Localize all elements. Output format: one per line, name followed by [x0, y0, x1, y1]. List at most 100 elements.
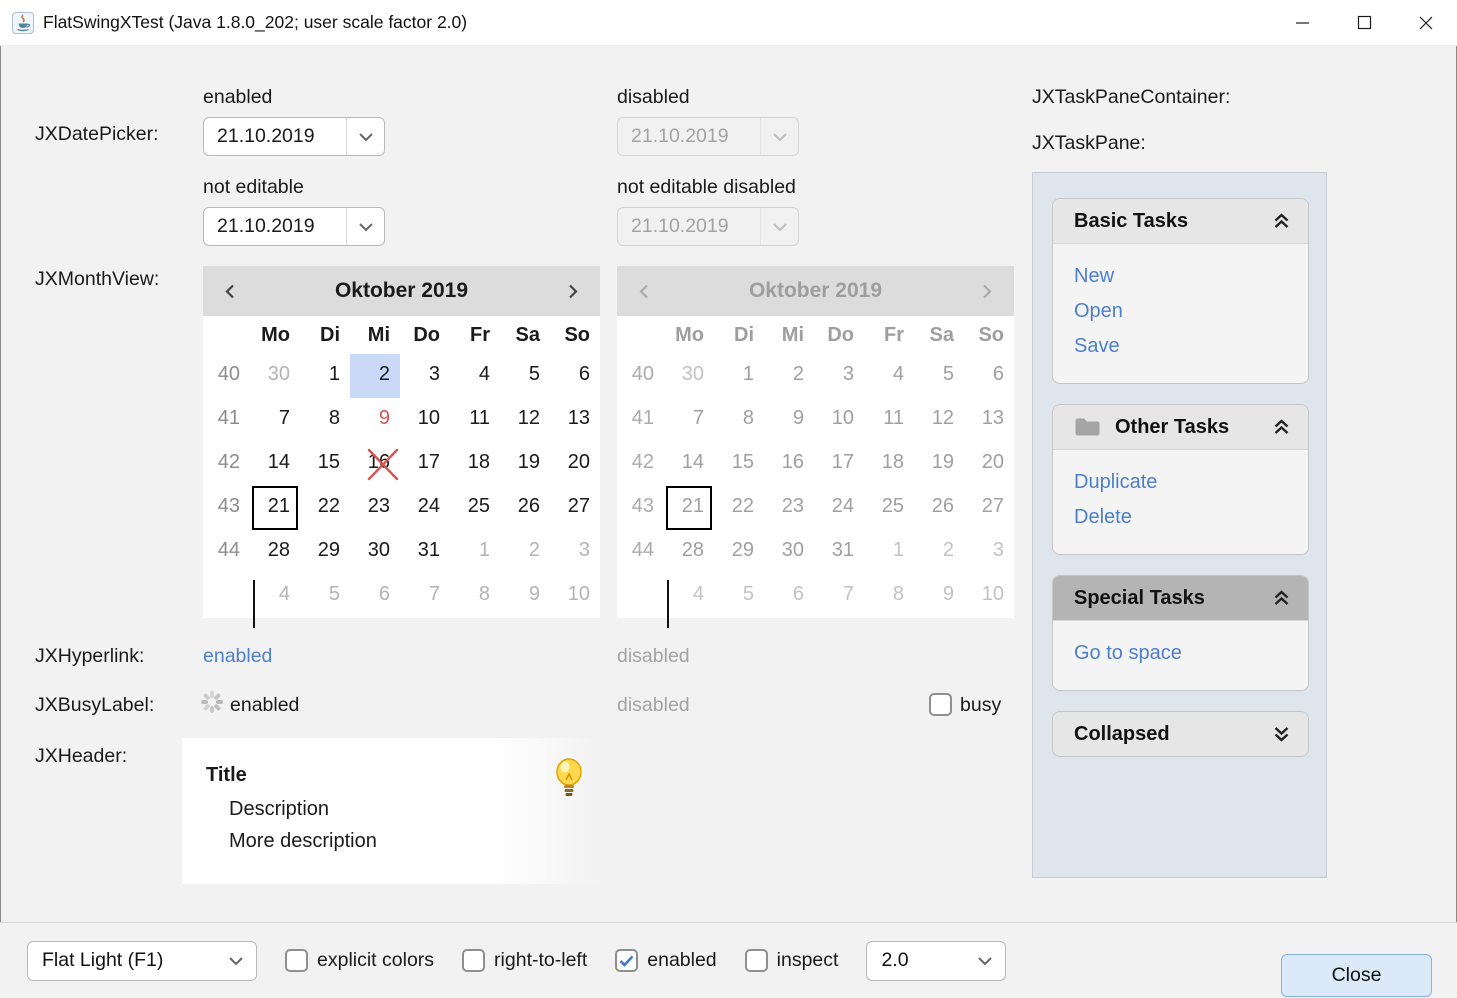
chevron-down-icon — [772, 132, 788, 142]
day-cell: 19 — [914, 442, 964, 486]
day-cell[interactable]: 13 — [550, 398, 600, 442]
close-window-button[interactable] — [1395, 0, 1457, 45]
collapse-icon[interactable] — [1271, 588, 1292, 608]
day-cell[interactable]: 9 — [500, 574, 550, 618]
week-number: 40 — [203, 354, 250, 398]
toolbar-checkbox-right-to-left[interactable]: right-to-left — [462, 949, 587, 972]
weekday-label: Mo — [250, 316, 300, 354]
day-cell[interactable]: 8 — [300, 398, 350, 442]
weekday-label: Mi — [764, 316, 814, 354]
day-cell[interactable]: 8 — [450, 574, 500, 618]
day-cell: 16 — [764, 442, 814, 486]
checkbox-unchecked[interactable] — [745, 949, 768, 972]
collapse-icon[interactable] — [1271, 211, 1292, 231]
day-cell: 10 — [964, 574, 1014, 618]
look-and-feel-combobox[interactable]: Flat Light (F1) — [27, 941, 257, 981]
taskpane-link[interactable]: Duplicate — [1074, 465, 1308, 500]
day-cell[interactable]: 22 — [300, 486, 350, 530]
taskpane-header[interactable]: Other Tasks — [1053, 405, 1308, 449]
toolbar-checkbox-explicit-colors[interactable]: explicit colors — [285, 949, 434, 972]
weekday-label: Sa — [500, 316, 550, 354]
day-cell[interactable]: 4 — [250, 574, 300, 618]
day-cell[interactable]: 30 — [250, 354, 300, 398]
day-cell[interactable]: 7 — [400, 574, 450, 618]
day-cell[interactable]: 29 — [300, 530, 350, 574]
day-cell: 22 — [714, 486, 764, 530]
day-cell[interactable]: 18 — [450, 442, 500, 486]
day-cell[interactable]: 9 — [350, 398, 400, 442]
datepicker-enabled-value[interactable]: 21.10.2019 — [204, 118, 346, 155]
day-cell[interactable]: 19 — [500, 442, 550, 486]
maximize-button[interactable] — [1333, 0, 1395, 45]
day-cell[interactable]: 15 — [300, 442, 350, 486]
scale-factor-combobox[interactable]: 2.0 — [866, 941, 1006, 981]
close-button[interactable]: Close — [1281, 954, 1432, 997]
prev-month-button[interactable] — [223, 283, 238, 300]
day-cell[interactable]: 21 — [250, 486, 300, 530]
day-cell[interactable]: 4 — [450, 354, 500, 398]
datepicker-not-editable[interactable]: 21.10.2019 — [203, 207, 385, 246]
day-cell[interactable]: 26 — [500, 486, 550, 530]
taskpane-header[interactable]: Collapsed — [1053, 712, 1308, 756]
day-cell[interactable]: 5 — [300, 574, 350, 618]
busy-checkbox[interactable] — [929, 693, 952, 716]
day-cell[interactable]: 1 — [450, 530, 500, 574]
taskpane-link[interactable]: New — [1074, 259, 1308, 294]
taskpane-link[interactable]: Save — [1074, 329, 1308, 364]
datepicker-enabled-label: enabled — [203, 86, 272, 109]
datepicker-enabled-dropdown-button[interactable] — [346, 118, 384, 155]
monthview-enabled[interactable]: Oktober 2019MoDiMiDoFrSaSo40301234564178… — [203, 266, 600, 618]
taskpane-link[interactable]: Delete — [1074, 500, 1308, 535]
taskpane-header[interactable]: Basic Tasks — [1053, 199, 1308, 243]
minimize-button[interactable] — [1271, 0, 1333, 45]
toolbar-checkbox-inspect[interactable]: inspect — [745, 949, 839, 972]
datepicker-not-editable-dropdown-button[interactable] — [346, 208, 384, 245]
day-cell[interactable]: 10 — [400, 398, 450, 442]
day-grid: 4030123456417891011121342141516171819204… — [203, 354, 600, 618]
week-number: 42 — [203, 442, 250, 486]
day-cell[interactable]: 2 — [350, 354, 400, 398]
taskpane-header[interactable]: Special Tasks — [1053, 576, 1308, 620]
day-cell[interactable]: 7 — [250, 398, 300, 442]
day-cell[interactable]: 28 — [250, 530, 300, 574]
day-cell[interactable]: 25 — [450, 486, 500, 530]
busy-spinner-icon — [200, 691, 222, 713]
day-cell[interactable]: 31 — [400, 530, 450, 574]
day-cell[interactable]: 10 — [550, 574, 600, 618]
collapse-icon[interactable] — [1271, 417, 1292, 437]
expand-icon[interactable] — [1271, 724, 1292, 744]
day-cell[interactable]: 1 — [300, 354, 350, 398]
window-title: FlatSwingXTest (Java 1.8.0_202; user sca… — [43, 12, 467, 33]
day-cell[interactable]: 3 — [400, 354, 450, 398]
day-cell[interactable]: 23 — [350, 486, 400, 530]
taskpane-link[interactable]: Open — [1074, 294, 1308, 329]
month-title: Oktober 2019 — [238, 279, 565, 303]
toolbar-checkbox-enabled[interactable]: enabled — [615, 949, 716, 972]
hyperlink-enabled[interactable]: enabled — [203, 645, 272, 668]
weekday-header-row: MoDiMiDoFrSaSo — [203, 316, 600, 354]
week-number — [203, 574, 250, 618]
day-cell[interactable]: 20 — [550, 442, 600, 486]
day-cell[interactable]: 14 — [250, 442, 300, 486]
taskpanecontainer-label: JXTaskPaneContainer: — [1032, 86, 1230, 109]
day-cell[interactable]: 12 — [500, 398, 550, 442]
next-month-button[interactable] — [565, 283, 580, 300]
day-cell[interactable]: 24 — [400, 486, 450, 530]
day-cell[interactable]: 16 — [350, 442, 400, 486]
datepicker-enabled[interactable]: 21.10.2019 — [203, 117, 385, 156]
day-cell[interactable]: 27 — [550, 486, 600, 530]
day-cell[interactable]: 11 — [450, 398, 500, 442]
day-cell[interactable]: 5 — [500, 354, 550, 398]
day-cell[interactable]: 3 — [550, 530, 600, 574]
datepicker-disabled: 21.10.2019 — [617, 117, 799, 156]
day-cell[interactable]: 17 — [400, 442, 450, 486]
taskpane-link[interactable]: Go to space — [1074, 636, 1308, 671]
checkbox-unchecked[interactable] — [462, 949, 485, 972]
taskpane-container: Basic Tasks NewOpenSave Other Tasks Duplica… — [1032, 172, 1327, 878]
day-cell[interactable]: 2 — [500, 530, 550, 574]
day-cell[interactable]: 30 — [350, 530, 400, 574]
checkbox-unchecked[interactable] — [285, 949, 308, 972]
day-cell[interactable]: 6 — [550, 354, 600, 398]
day-cell[interactable]: 6 — [350, 574, 400, 618]
checkbox-checked[interactable] — [615, 949, 638, 972]
